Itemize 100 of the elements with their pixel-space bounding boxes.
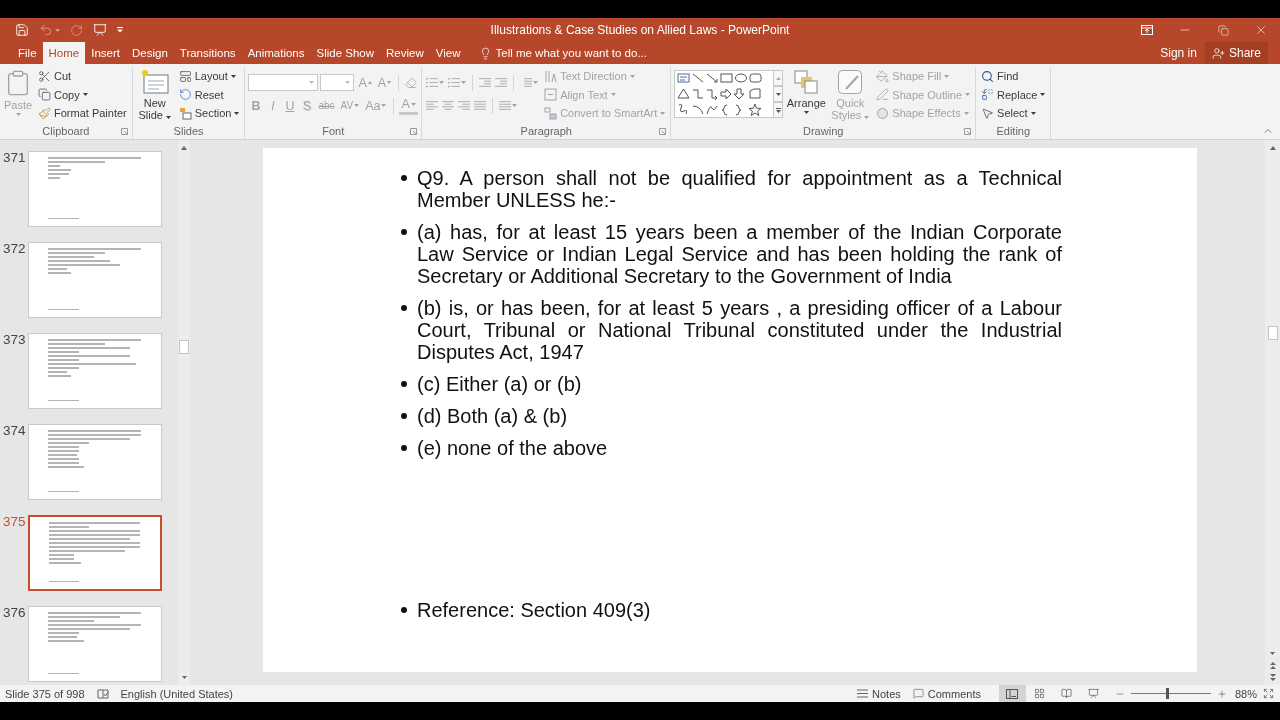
person-icon <box>1211 46 1225 60</box>
slide-number: 373 <box>2 333 27 349</box>
caret-icon <box>533 81 539 84</box>
caret-icon <box>610 93 616 97</box>
select-button[interactable]: Select <box>979 104 1048 123</box>
ribbon-tab[interactable]: Home <box>42 42 86 64</box>
caret-icon <box>944 74 950 78</box>
zoom-level-button[interactable]: 88% <box>1228 685 1263 702</box>
replace-icon <box>981 88 995 102</box>
double-caret-down-icon <box>1269 673 1276 681</box>
numbering-icon <box>448 77 461 88</box>
layout-icon <box>178 69 192 83</box>
ribbon-tab[interactable]: Slide Show <box>310 42 381 64</box>
ribbon-tab[interactable]: Animations <box>241 42 311 64</box>
shapes-gallery[interactable] <box>674 70 775 118</box>
gallery-more-button[interactable] <box>774 102 784 118</box>
scrollbar-thumb[interactable] <box>179 340 189 354</box>
caret-icon <box>234 111 240 115</box>
ribbon-tab[interactable]: Transitions <box>173 42 242 64</box>
copy-icon <box>38 88 51 102</box>
caret-icon <box>775 92 781 96</box>
caret-icon <box>660 111 666 115</box>
bullet-icon <box>401 381 407 387</box>
bullet-icon <box>401 607 407 613</box>
smartart-icon <box>544 106 558 120</box>
ribbon-tab[interactable]: File <box>12 42 43 64</box>
normal-view-icon <box>1006 688 1019 699</box>
group-label: Drawing <box>803 125 844 137</box>
copy-button[interactable]: Copy <box>36 85 129 104</box>
close-icon <box>1254 23 1268 37</box>
increase-indent-icon <box>495 77 508 88</box>
align-right-icon <box>458 100 471 111</box>
section-icon <box>178 106 192 120</box>
caret-icon <box>629 74 635 78</box>
caret-icon <box>55 28 60 32</box>
slide-thumbnail[interactable] <box>28 515 162 591</box>
slide-thumbnail[interactable] <box>28 333 162 409</box>
caret-icon <box>1030 111 1036 115</box>
reference-text: Reference: Section 409(3) <box>417 599 652 621</box>
tell-me-field[interactable]: Tell me what you want to do... <box>495 44 678 62</box>
text-direction-icon <box>544 69 558 83</box>
notes-button[interactable]: Notes <box>851 685 907 702</box>
cut-button[interactable]: Cut <box>36 67 129 86</box>
bullet-text: (e) none of the above <box>417 437 609 459</box>
slide-thumbnail[interactable] <box>28 606 162 682</box>
section-button[interactable]: Section <box>176 104 242 123</box>
dialog-launcher-icon <box>410 127 418 135</box>
caret-icon <box>354 104 360 107</box>
zoom-thumb[interactable] <box>1165 688 1169 699</box>
ribbon-tab[interactable]: Insert <box>85 42 126 64</box>
quick-styles-icon <box>837 69 864 95</box>
slide-thumbnail[interactable] <box>28 424 162 500</box>
normal-view-button[interactable] <box>998 685 1026 702</box>
reset-icon <box>178 88 192 102</box>
book-icon <box>1060 688 1072 699</box>
slide-number: 371 <box>2 151 27 167</box>
find-button[interactable]: Find <box>979 67 1048 86</box>
caret-down-icon <box>387 81 392 84</box>
slide-counter: Slide 375 of 998 <box>5 687 85 700</box>
caret-icon <box>230 74 236 78</box>
comments-button[interactable]: Comments <box>906 685 987 702</box>
ribbon-options-icon <box>1141 25 1153 35</box>
ribbon-tab[interactable]: Design <box>126 42 174 64</box>
decrease-indent-icon <box>479 77 492 88</box>
zoom-in-icon <box>1216 688 1227 699</box>
bullet-icon <box>401 413 407 419</box>
sign-in-button[interactable]: Sign in <box>1152 42 1205 64</box>
bullets-icon <box>426 77 439 88</box>
share-button[interactable]: Share <box>1204 42 1268 64</box>
arrange-button[interactable]: Arrange <box>786 67 827 123</box>
gallery-down-button[interactable] <box>774 86 784 102</box>
grid-icon <box>1033 688 1045 699</box>
double-caret-up-icon <box>1269 661 1276 669</box>
customize-icon <box>117 27 123 33</box>
align-center-icon <box>442 100 455 111</box>
caret-icon <box>461 81 467 84</box>
more-caret-icon <box>775 107 781 113</box>
slide-number: 375 <box>2 515 27 531</box>
ribbon-tab[interactable]: Review <box>380 42 430 64</box>
bullet-icon <box>401 229 407 235</box>
layout-button[interactable]: Layout <box>176 67 242 86</box>
comment-icon <box>912 688 924 699</box>
caret-icon <box>166 116 171 119</box>
language-button[interactable]: English (United States) <box>114 685 239 702</box>
arrange-icon <box>793 69 820 95</box>
ribbon-tab[interactable]: View <box>429 42 467 64</box>
new-slide-button[interactable]: New Slide <box>135 67 174 123</box>
window-title: Illustrations & Case Studies on Allied Laws - PowerPoint <box>490 23 790 37</box>
bullet-text: (a) has, for at least 15 years been a member of the Indian Corporate Law Service or Indian Legal Service and has been holding the rank of Secretary or Additional Secretary to the Government of India <box>417 221 1062 287</box>
replace-button[interactable]: Replace <box>979 85 1048 104</box>
save-icon <box>15 23 29 37</box>
reset-button[interactable]: Reset <box>176 85 242 104</box>
slide-thumbnail[interactable] <box>28 151 162 227</box>
caret-up-icon <box>1269 146 1276 150</box>
format-painter-button[interactable]: Format Painter <box>36 104 129 123</box>
pen-icon <box>876 88 890 102</box>
caret-up-icon <box>181 146 187 150</box>
slide-thumbnail[interactable] <box>28 242 162 318</box>
caret-icon <box>345 81 351 84</box>
scrollbar-thumb[interactable] <box>1267 326 1278 340</box>
